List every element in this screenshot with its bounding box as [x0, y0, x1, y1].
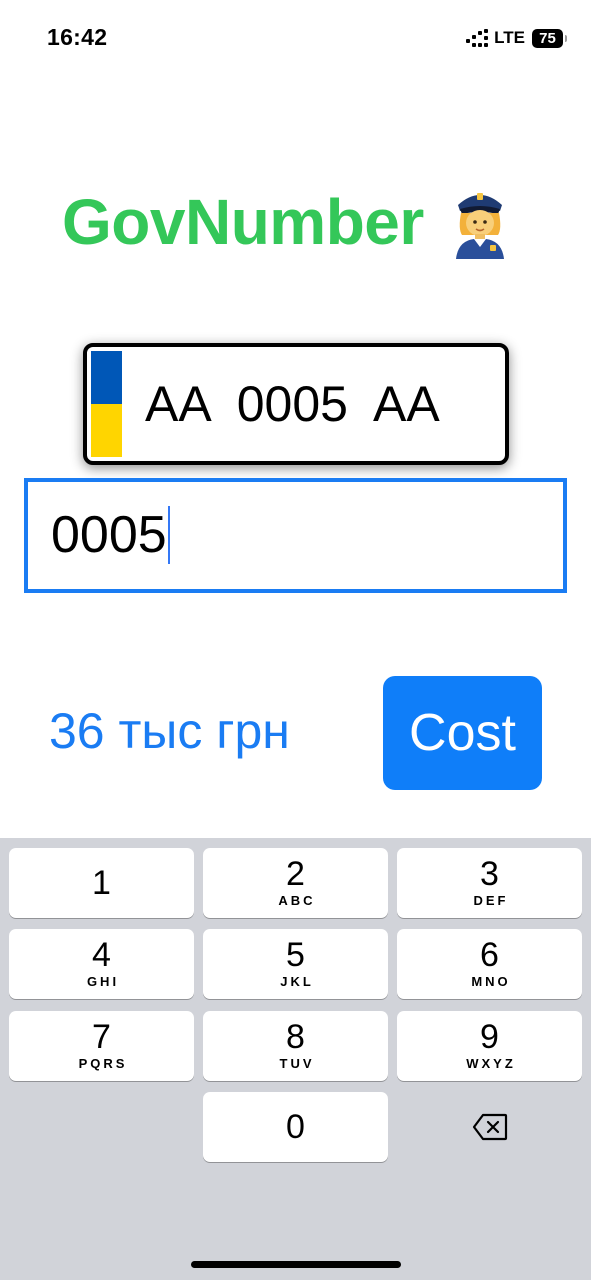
- key-letters: JKL: [280, 974, 314, 989]
- key-3[interactable]: 3 DEF: [397, 848, 582, 918]
- cost-button[interactable]: Cost: [383, 676, 542, 790]
- key-2[interactable]: 2 ABC: [203, 848, 388, 918]
- delete-key[interactable]: [397, 1092, 582, 1162]
- input-value: 0005: [51, 506, 167, 564]
- status-time: 16:42: [47, 24, 108, 50]
- numeric-keyboard: 1 2 ABC 3 DEF 4 GHI 5 JKL 6 MNO 7 PQRS 8…: [0, 838, 591, 1280]
- key-digit: 0: [286, 1108, 305, 1146]
- key-digit: 3: [480, 855, 499, 893]
- screen: 16:42 LTE 75 GovNumber AA 0005 AA 0005 3…: [0, 0, 591, 1280]
- key-digit: 8: [286, 1018, 305, 1056]
- key-digit: 1: [92, 864, 111, 902]
- key-4[interactable]: 4 GHI: [9, 929, 194, 999]
- key-7[interactable]: 7 PQRS: [9, 1011, 194, 1081]
- app-title: GovNumber: [62, 186, 424, 258]
- home-indicator[interactable]: [191, 1261, 401, 1268]
- key-digit: 9: [480, 1018, 499, 1056]
- key-digit: 5: [286, 936, 305, 974]
- key-letters: WXYZ: [466, 1056, 516, 1071]
- plate-number-input[interactable]: 0005: [24, 478, 567, 593]
- license-plate: AA 0005 AA: [83, 343, 509, 465]
- battery-level: 75: [539, 29, 556, 47]
- key-6[interactable]: 6 MNO: [397, 929, 582, 999]
- key-letters: MNO: [471, 974, 511, 989]
- signal-icon: [466, 29, 489, 47]
- key-0[interactable]: 0: [203, 1092, 388, 1162]
- key-digit: 4: [92, 936, 111, 974]
- key-letters: DEF: [473, 893, 509, 908]
- key-letters: PQRS: [78, 1056, 128, 1071]
- price-result: 36 тыс грн: [49, 703, 290, 759]
- key-digit: 6: [480, 936, 499, 974]
- key-5[interactable]: 5 JKL: [203, 929, 388, 999]
- app-title-row: GovNumber: [62, 182, 510, 262]
- backspace-icon: [472, 1113, 507, 1141]
- input-value-wrap: 0005: [51, 482, 170, 589]
- text-caret: [167, 506, 170, 565]
- key-8[interactable]: 8 TUV: [203, 1011, 388, 1081]
- key-letters: GHI: [86, 974, 120, 989]
- ukraine-flag-icon: [91, 351, 122, 457]
- plate-text: AA 0005 AA: [145, 376, 440, 432]
- police-officer-icon: [455, 193, 504, 259]
- key-digit: 2: [286, 855, 305, 893]
- network-label: LTE: [494, 28, 525, 47]
- key-9[interactable]: 9 WXYZ: [397, 1011, 582, 1081]
- key-letters: TUV: [279, 1056, 315, 1071]
- status-icons: LTE 75: [466, 26, 567, 50]
- key-digit: 7: [92, 1018, 111, 1056]
- battery-icon: 75: [532, 28, 567, 48]
- key-1[interactable]: 1: [9, 848, 194, 918]
- key-letters: ABC: [278, 893, 316, 908]
